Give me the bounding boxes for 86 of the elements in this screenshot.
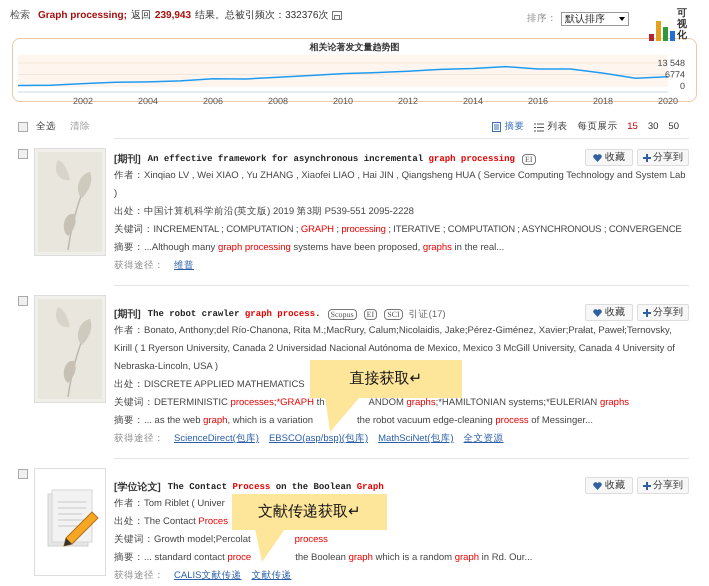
y-axis-label: 0 (680, 80, 685, 90)
result-title[interactable]: The robot crawler graph process. (148, 308, 321, 322)
result-title[interactable]: An effective framework for asynchronous incremental graph processing (148, 153, 515, 166)
caret-icon (619, 17, 625, 22)
author-line: 作者：Tom Riblet ( Univer (114, 497, 225, 512)
keyword-line-fragment: 关键词：Growth model;Percolat (114, 533, 251, 548)
x-axis-label: 2020 (658, 96, 678, 106)
per-page-option[interactable]: 15 (627, 120, 638, 134)
access-link[interactable]: 维普 (174, 257, 194, 276)
access-link[interactable]: 文献传递 (251, 567, 292, 586)
access-link[interactable]: 全文资源 (464, 430, 504, 448)
share-button[interactable]: 分享到 (637, 304, 689, 322)
access-link[interactable]: ScienceDirect(包库) (174, 430, 259, 448)
visualize-label[interactable]: 可视化 (677, 8, 687, 41)
share-button[interactable]: 分享到 (637, 477, 689, 494)
access-label: 获得途径： (114, 259, 164, 274)
favorite-button[interactable]: 收藏 (585, 477, 633, 494)
x-axis-label: 2010 (332, 96, 354, 106)
index-badge: SCI (384, 309, 403, 320)
keyword-line-fragment: ANDOM graphs;*HAMILTONIAN systems;*EULERIAN graphs (368, 396, 629, 410)
access-link[interactable]: EBSCO(asp/bsp)(包库) (268, 430, 368, 448)
save-icon[interactable] (332, 11, 342, 20)
x-axis-label: 2006 (202, 96, 224, 106)
y-axis-label: 6774 (664, 69, 685, 79)
index-badge: EI (364, 309, 378, 320)
result-type: [学位论文] (114, 480, 161, 496)
result-type: [期刊] (114, 308, 141, 322)
sort-label: 排序： (527, 12, 557, 26)
per-page-label: 每页展示 (577, 120, 618, 134)
result-checkbox[interactable] (18, 296, 28, 306)
view-tab[interactable]: 摘要 (504, 120, 524, 134)
returned-label: 返回 (130, 8, 151, 23)
list-icon (534, 122, 544, 132)
per-page-option[interactable]: 30 (648, 120, 658, 134)
result-checkbox[interactable] (18, 149, 28, 160)
per-page-option[interactable]: 50 (668, 120, 679, 134)
search-query: Graph processing; (38, 9, 127, 23)
access-link[interactable]: MathSciNet(包库) (378, 430, 454, 448)
select-all-checkbox[interactable] (18, 122, 28, 132)
abstract-line-fragment: 摘要：... as the web graph, which is a variation (114, 414, 314, 428)
access-label: 获得途径： (114, 432, 164, 446)
heart-icon (593, 308, 602, 317)
result-checkbox[interactable] (18, 469, 28, 480)
x-axis-label: 2002 (72, 96, 94, 106)
favorite-button[interactable]: 收藏 (585, 304, 633, 322)
share-button[interactable]: 分享到 (637, 149, 689, 166)
index-badge: Scopus (328, 309, 357, 320)
keyword-line-fragment: process (294, 533, 328, 548)
view-tab[interactable]: 列表 (547, 120, 568, 134)
source-line: 出处：DISCRETE APPLIED MATHEMATICS (114, 378, 305, 392)
x-axis-label: 2004 (138, 96, 158, 106)
result-type: [期刊] (114, 152, 141, 168)
plus-icon (643, 482, 651, 490)
access-link[interactable]: CALIS文献传递 (174, 567, 242, 586)
result-title[interactable]: The Contact Process on the Boolean Graph (168, 481, 384, 494)
heart-icon (593, 482, 602, 490)
citation-count[interactable]: 引证(17) (408, 308, 446, 322)
x-axis-label: 2018 (592, 96, 614, 106)
abstract-line: 摘要：...Although many graph processing systems have been proposed, graphs in the real... (114, 241, 504, 256)
y-axis-label: 13 548 (657, 58, 685, 68)
keyword-line-fragment: 关键词：DETERMINISTIC processes;*GRAPH th (114, 396, 325, 410)
citation-summary: 结果。总被引频次：332376次 (195, 8, 328, 23)
source-line: 出处：中国计算机科学前沿(英文版) 2019 第3期 P539-551 2095-2228 (114, 205, 414, 220)
x-axis-label: 2008 (268, 96, 288, 106)
keyword-line: 关键词：INCREMENTAL ; COMPUTATION ; GRAPH ; processing ; ITERATIVE ; COMPUTATION ; ASYNCHRONOUS ; CONVERGENCE (114, 223, 682, 238)
select-all-label[interactable]: 全选 (36, 120, 56, 134)
plus-icon (643, 154, 651, 162)
result-count: 239,943 (154, 9, 192, 23)
source-line: 出处：The Contact Proces (114, 515, 228, 530)
abstract-line-fragment: 摘要：... standard contact proce (114, 551, 252, 566)
bar-chart-icon[interactable] (649, 19, 675, 41)
abstract-line-fragment: the Boolean graph which is a random graph in Rd. Our... (295, 551, 532, 566)
index-badge: EI (522, 154, 536, 166)
chart-title: 相关论著发文量趋势图 (310, 41, 400, 54)
x-axis-label: 2016 (528, 96, 548, 106)
heart-icon (593, 154, 602, 162)
access-label: 获得途径： (114, 569, 164, 584)
plus-icon (643, 308, 651, 317)
author-line: 作者：Xinqiao LV , Wei XIAO , Yu ZHANG , Xiaofei LIAO , Hai JIN , Qiangsheng HUA ( Service Computing Technology and System Lab ) (114, 169, 687, 202)
favorite-button[interactable]: 收藏 (585, 149, 633, 166)
x-axis-label: 2014 (462, 96, 484, 106)
abstract-line-fragment: the robot vacuum edge-cleaning process of Messinger... (357, 414, 594, 428)
x-axis-label: 2012 (398, 96, 418, 106)
document-icon (492, 122, 502, 132)
search-label: 检索 (10, 8, 30, 23)
sort-dropdown[interactable]: 默认排序 (561, 12, 629, 26)
